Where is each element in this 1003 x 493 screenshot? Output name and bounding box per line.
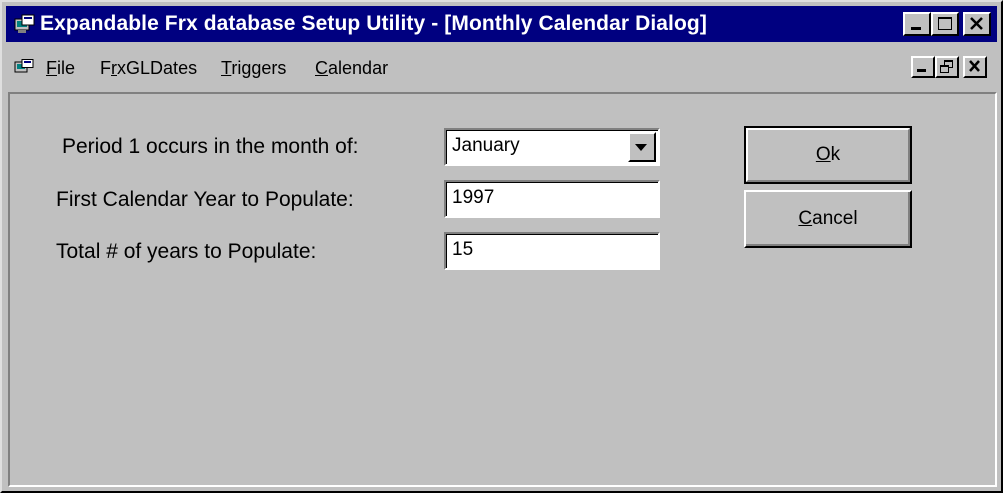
total-years-label: Total # of years to Populate:	[56, 240, 317, 263]
close-icon	[969, 60, 980, 72]
cancel-button[interactable]: Cancel	[744, 190, 912, 248]
window-title: Expandable Frx database Setup Utility - …	[40, 12, 707, 35]
mdi-close-button[interactable]	[963, 56, 987, 78]
menu-triggers[interactable]: Triggers	[221, 58, 286, 78]
restore-icon	[940, 60, 953, 73]
minimize-button[interactable]	[903, 12, 931, 36]
maximize-button[interactable]	[931, 12, 959, 36]
maximize-icon	[938, 17, 952, 30]
dialog-client-area: Period 1 occurs in the month of: January…	[8, 92, 997, 487]
period-label: Period 1 occurs in the month of:	[62, 135, 359, 158]
first-year-input[interactable]: 1997	[444, 180, 660, 218]
dropdown-arrow-icon	[635, 144, 647, 151]
setup-app-icon[interactable]	[14, 14, 36, 34]
period-month-value: January	[452, 135, 520, 156]
mdi-restore-button[interactable]	[935, 56, 959, 78]
ok-button[interactable]: Ok	[744, 126, 912, 184]
close-icon	[970, 17, 983, 30]
total-years-input[interactable]: 15	[444, 232, 660, 270]
menu-bar: File FrxGLDates Triggers Calendar	[6, 44, 997, 88]
menu-file[interactable]: File	[46, 58, 75, 78]
mdi-minimize-button[interactable]	[911, 56, 935, 78]
cancel-button-label: Cancel	[798, 208, 858, 229]
close-button[interactable]	[963, 12, 991, 36]
title-bar[interactable]: Expandable Frx database Setup Utility - …	[6, 6, 997, 42]
first-year-value: 1997	[452, 187, 495, 208]
minimize-icon	[917, 69, 926, 72]
total-years-value: 15	[452, 239, 474, 260]
first-year-label: First Calendar Year to Populate:	[56, 188, 354, 211]
application-window: Expandable Frx database Setup Utility - …	[0, 0, 1003, 493]
period-month-select[interactable]: January	[444, 128, 660, 166]
minimize-icon	[911, 27, 921, 30]
menu-calendar[interactable]: Calendar	[315, 58, 388, 78]
menu-frxgldates[interactable]: FrxGLDates	[100, 58, 197, 78]
ok-button-label: Ok	[815, 144, 841, 165]
mdi-document-icon[interactable]	[14, 59, 36, 77]
dropdown-button[interactable]	[628, 132, 656, 162]
